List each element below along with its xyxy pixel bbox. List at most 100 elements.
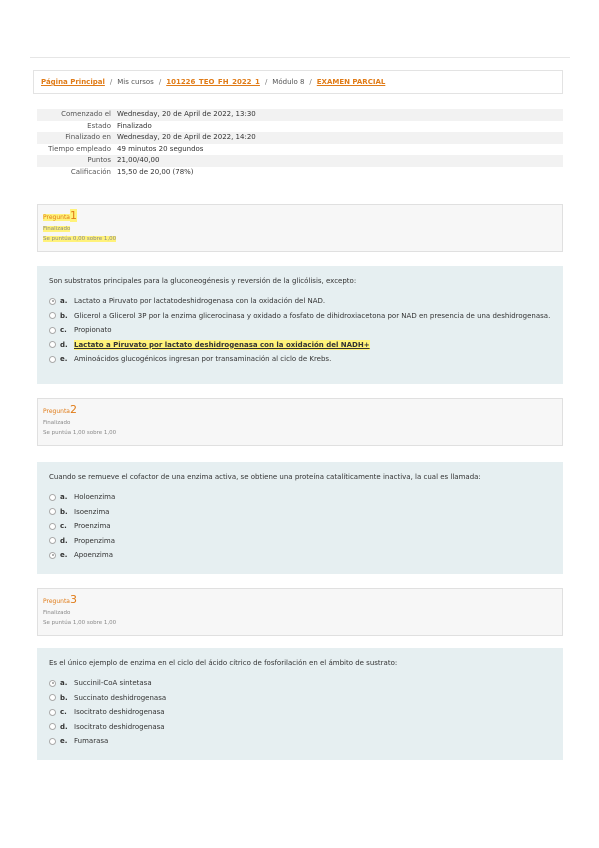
option-text: Holoenzima — [74, 493, 116, 501]
answer-option[interactable]: e. Apoenzima — [49, 550, 551, 560]
summary-value: 21,00/40,00 — [117, 156, 160, 164]
option-letter: e. — [60, 737, 68, 745]
question-info-1: Pregunta1 Finalizado Se puntúa 0,00 sobr… — [37, 204, 563, 252]
option-letter: b. — [60, 507, 68, 516]
breadcrumb-courses: Mis cursos — [117, 78, 154, 86]
question-label: Pregunta — [43, 408, 70, 415]
question-status: Finalizado — [43, 610, 71, 616]
option-text: Apoenzima — [74, 551, 113, 559]
answer-option[interactable]: b. Isoenzima — [49, 507, 551, 517]
answer-option[interactable]: e. Aminoácidos glucogénicos ingresan por… — [49, 354, 551, 364]
question-text: Es el único ejemplo de enzima en el cicl… — [49, 659, 398, 667]
option-letter: d. — [60, 340, 68, 349]
summary-key: Comenzado el — [61, 110, 111, 118]
summary-key: Calificación — [70, 167, 111, 176]
radio-button[interactable] — [49, 493, 56, 501]
summary-key: Estado — [87, 121, 111, 130]
option-letter: a. — [60, 297, 68, 305]
option-letter: c. — [60, 522, 67, 530]
summary-row: Puntos 21,00/40,00 — [37, 155, 563, 167]
question-score: Se puntúa 1,00 sobre 1,00 — [43, 430, 117, 436]
breadcrumb-separator: / — [109, 78, 113, 86]
option-text: Proenzima — [74, 522, 111, 530]
option-letter: b. — [60, 693, 68, 702]
question-label: Pregunta — [43, 598, 70, 605]
option-text: Isocitrato deshidrogenasa — [74, 708, 165, 716]
question-score: Se puntúa 0,00 sobre 1,00 — [43, 236, 117, 242]
option-text: Aminoácidos glucogénicos ingresan por tr… — [74, 355, 332, 363]
summary-row: Calificación 15,50 de 20,00 (78%) — [37, 167, 563, 179]
summary-row: Finalizado en Wednesday, 20 de April de … — [37, 132, 563, 144]
radio-button-checked[interactable] — [49, 679, 56, 687]
option-text: Propionato — [74, 326, 112, 334]
summary-key: Tiempo empleado — [48, 144, 111, 153]
answer-option[interactable]: c. Proenzima — [49, 521, 551, 531]
question-number: 3 — [69, 593, 77, 606]
answer-option[interactable]: c. Propionato — [49, 325, 551, 335]
option-text: Fumarasa — [74, 737, 109, 745]
top-divider — [30, 57, 570, 58]
summary-row: Tiempo empleado 49 minutos 20 segundos — [37, 144, 563, 156]
question-info-3: Pregunta3 Finalizado Se puntúa 1,00 sobr… — [37, 588, 563, 636]
radio-button[interactable] — [49, 694, 56, 701]
answer-option[interactable]: d. Lactato a Piruvato por lactato deshid… — [49, 339, 551, 350]
summary-row: Estado Finalizado — [37, 121, 563, 133]
breadcrumb-separator: / — [309, 78, 312, 86]
question-info-2: Pregunta2 Finalizado Se puntúa 1,00 sobr… — [37, 398, 563, 446]
radio-button[interactable] — [49, 341, 56, 348]
question-number: 1 — [69, 209, 77, 222]
breadcrumb: Página Principal / Mis cursos / 101226_T… — [33, 70, 563, 94]
radio-button[interactable] — [49, 508, 56, 515]
summary-key: Finalizado en — [65, 133, 111, 141]
question-status: Finalizado — [43, 420, 71, 426]
option-text: Isoenzima — [74, 507, 110, 516]
option-letter: b. — [60, 311, 68, 320]
radio-button[interactable] — [49, 312, 56, 319]
answer-option[interactable]: b. Glicerol a Glicerol 3P por la enzima … — [49, 311, 551, 321]
option-letter: d. — [60, 722, 68, 731]
answer-option[interactable]: a. Holoenzima — [49, 492, 551, 502]
option-letter: c. — [60, 708, 67, 716]
option-letter: c. — [60, 326, 67, 334]
breadcrumb-module: Módulo 8 — [272, 78, 305, 86]
option-text: Propenzima — [74, 536, 116, 545]
question-text: Cuando se remueve el cofactor de una enz… — [49, 473, 481, 481]
option-letter: e. — [60, 551, 68, 559]
option-text: Succinato deshidrogenasa — [74, 693, 167, 702]
radio-button[interactable] — [49, 355, 56, 363]
answer-option[interactable]: d. Propenzima — [49, 536, 551, 546]
answer-option[interactable]: e. Fumarasa — [49, 736, 551, 746]
option-text: Glicerol a Glicerol 3P por la enzima gli… — [74, 311, 551, 320]
radio-button[interactable] — [49, 723, 56, 730]
summary-value: Wednesday, 20 de April de 2022, 14:20 — [117, 133, 256, 141]
answer-option[interactable]: d. Isocitrato deshidrogenasa — [49, 722, 551, 732]
breadcrumb-separator: / — [264, 78, 268, 86]
question-number: 2 — [69, 403, 77, 416]
option-text: Isocitrato deshidrogenasa — [74, 722, 165, 731]
question-body-2: Cuando se remueve el cofactor de una enz… — [37, 462, 563, 574]
answer-option[interactable]: a. Lactato a Piruvato por lactatodeshidr… — [49, 296, 551, 306]
answer-option[interactable]: c. Isocitrato deshidrogenasa — [49, 707, 551, 717]
option-text: Succinil-CoA sintetasa — [74, 679, 152, 687]
radio-button-checked[interactable] — [49, 297, 56, 305]
radio-button[interactable] — [49, 522, 56, 530]
summary-row: Comenzado el Wednesday, 20 de April de 2… — [37, 109, 563, 121]
attempt-summary-table: Comenzado el Wednesday, 20 de April de 2… — [37, 109, 563, 178]
question-score: Se puntúa 1,00 sobre 1,00 — [43, 620, 117, 626]
option-text-highlighted: Lactato a Piruvato por lactato deshidrog… — [74, 339, 370, 350]
radio-button[interactable] — [49, 708, 56, 716]
summary-value: 15,50 de 20,00 (78%) — [117, 167, 194, 176]
answer-option[interactable]: b. Succinato deshidrogenasa — [49, 693, 551, 703]
radio-button-checked[interactable] — [49, 551, 56, 559]
summary-value: 49 minutos 20 segundos — [117, 144, 204, 153]
breadcrumb-course-link[interactable]: 101226_TEO_FH_2022_1 — [166, 78, 260, 86]
option-letter: a. — [60, 679, 68, 687]
breadcrumb-exam-link[interactable]: EXAMEN PARCIAL — [317, 78, 386, 86]
answer-option[interactable]: a. Succinil-CoA sintetasa — [49, 678, 551, 688]
radio-button[interactable] — [49, 737, 56, 745]
question-body-3: Es el único ejemplo de enzima en el cicl… — [37, 648, 563, 760]
summary-key: Puntos — [87, 156, 111, 164]
radio-button[interactable] — [49, 326, 56, 334]
radio-button[interactable] — [49, 537, 56, 544]
breadcrumb-home-link[interactable]: Página Principal — [41, 78, 105, 86]
